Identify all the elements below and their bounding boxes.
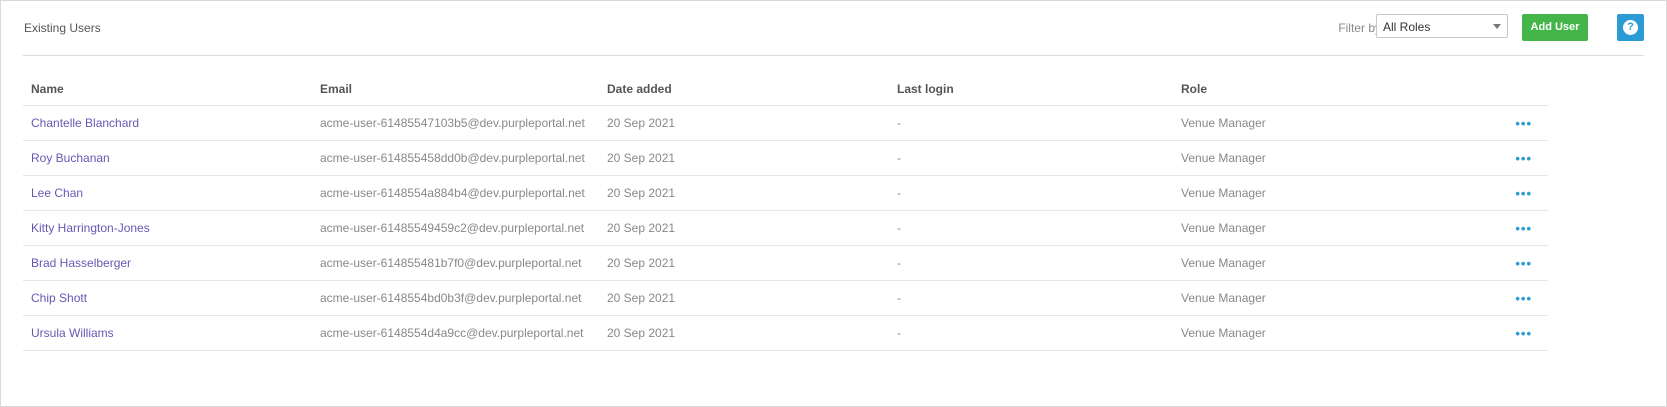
table-header-row: Name Email Date added Last login Role [23,73,1548,106]
user-last-login: - [889,175,1173,211]
user-email: acme-user-6148554a884b4@dev.purpleportal… [312,175,599,211]
user-name-link[interactable]: Ursula Williams [23,315,312,351]
more-horizontal-icon[interactable]: ••• [1515,116,1532,131]
chevron-down-icon [1493,24,1501,29]
page-title: Existing Users [24,21,101,35]
more-horizontal-icon[interactable]: ••• [1515,326,1532,341]
user-email: acme-user-61485547103b5@dev.purpleportal… [312,105,599,141]
row-actions-cell: ••• [1473,175,1548,211]
filter-label: Filter by [1338,21,1381,35]
user-role: Venue Manager [1173,245,1473,281]
row-actions-cell: ••• [1473,210,1548,246]
column-header-name[interactable]: Name [23,73,312,106]
table-row: Kitty Harrington-Jones acme-user-6148554… [23,210,1548,246]
column-header-role[interactable]: Role [1173,73,1473,106]
user-name-link[interactable]: Chip Shott [23,280,312,316]
column-header-email[interactable]: Email [312,73,599,106]
row-actions-cell: ••• [1473,280,1548,316]
row-actions-cell: ••• [1473,245,1548,281]
user-email: acme-user-6148554bd0b3f@dev.purpleportal… [312,280,599,316]
user-role: Venue Manager [1173,140,1473,176]
more-horizontal-icon[interactable]: ••• [1515,186,1532,201]
help-icon: ? [1623,20,1638,35]
user-email: acme-user-614855481b7f0@dev.purpleportal… [312,245,599,281]
user-last-login: - [889,210,1173,246]
user-date-added: 20 Sep 2021 [599,140,889,176]
user-email: acme-user-6148554d4a9cc@dev.purpleportal… [312,315,599,351]
user-name-link[interactable]: Kitty Harrington-Jones [23,210,312,246]
user-name-link[interactable]: Brad Hasselberger [23,245,312,281]
users-table: Name Email Date added Last login Role Ch… [23,73,1548,351]
user-role: Venue Manager [1173,210,1473,246]
user-last-login: - [889,280,1173,316]
column-header-last-login[interactable]: Last login [889,73,1173,106]
add-user-button[interactable]: Add User [1522,14,1588,41]
user-role: Venue Manager [1173,280,1473,316]
role-filter-value: All Roles [1383,20,1431,34]
row-actions-cell: ••• [1473,105,1548,141]
user-role: Venue Manager [1173,175,1473,211]
user-date-added: 20 Sep 2021 [599,245,889,281]
user-last-login: - [889,315,1173,351]
table-row: Ursula Williams acme-user-6148554d4a9cc@… [23,315,1548,351]
user-role: Venue Manager [1173,315,1473,351]
user-last-login: - [889,140,1173,176]
row-actions-cell: ••• [1473,140,1548,176]
more-horizontal-icon[interactable]: ••• [1515,291,1532,306]
table-row: Brad Hasselberger acme-user-614855481b7f… [23,245,1548,281]
user-date-added: 20 Sep 2021 [599,175,889,211]
user-email: acme-user-614855458dd0b@dev.purpleportal… [312,140,599,176]
user-date-added: 20 Sep 2021 [599,210,889,246]
more-horizontal-icon[interactable]: ••• [1515,151,1532,166]
table-row: Lee Chan acme-user-6148554a884b4@dev.pur… [23,175,1548,211]
role-filter-select[interactable]: All Roles [1376,14,1508,38]
user-last-login: - [889,245,1173,281]
user-date-added: 20 Sep 2021 [599,315,889,351]
user-date-added: 20 Sep 2021 [599,280,889,316]
users-panel: Existing Users Filter by All Roles Add U… [0,0,1667,407]
table-row: Chip Shott acme-user-6148554bd0b3f@dev.p… [23,280,1548,316]
user-email: acme-user-61485549459c2@dev.purpleportal… [312,210,599,246]
table-row: Roy Buchanan acme-user-614855458dd0b@dev… [23,140,1548,176]
user-name-link[interactable]: Roy Buchanan [23,140,312,176]
user-date-added: 20 Sep 2021 [599,105,889,141]
more-horizontal-icon[interactable]: ••• [1515,221,1532,236]
more-horizontal-icon[interactable]: ••• [1515,256,1532,271]
panel-header: Existing Users Filter by All Roles Add U… [23,1,1644,56]
column-header-actions [1473,73,1548,106]
user-name-link[interactable]: Chantelle Blanchard [23,105,312,141]
column-header-date-added[interactable]: Date added [599,73,889,106]
user-name-link[interactable]: Lee Chan [23,175,312,211]
help-button[interactable]: ? [1617,14,1644,41]
table-row: Chantelle Blanchard acme-user-6148554710… [23,105,1548,141]
user-role: Venue Manager [1173,105,1473,141]
user-last-login: - [889,105,1173,141]
row-actions-cell: ••• [1473,315,1548,351]
